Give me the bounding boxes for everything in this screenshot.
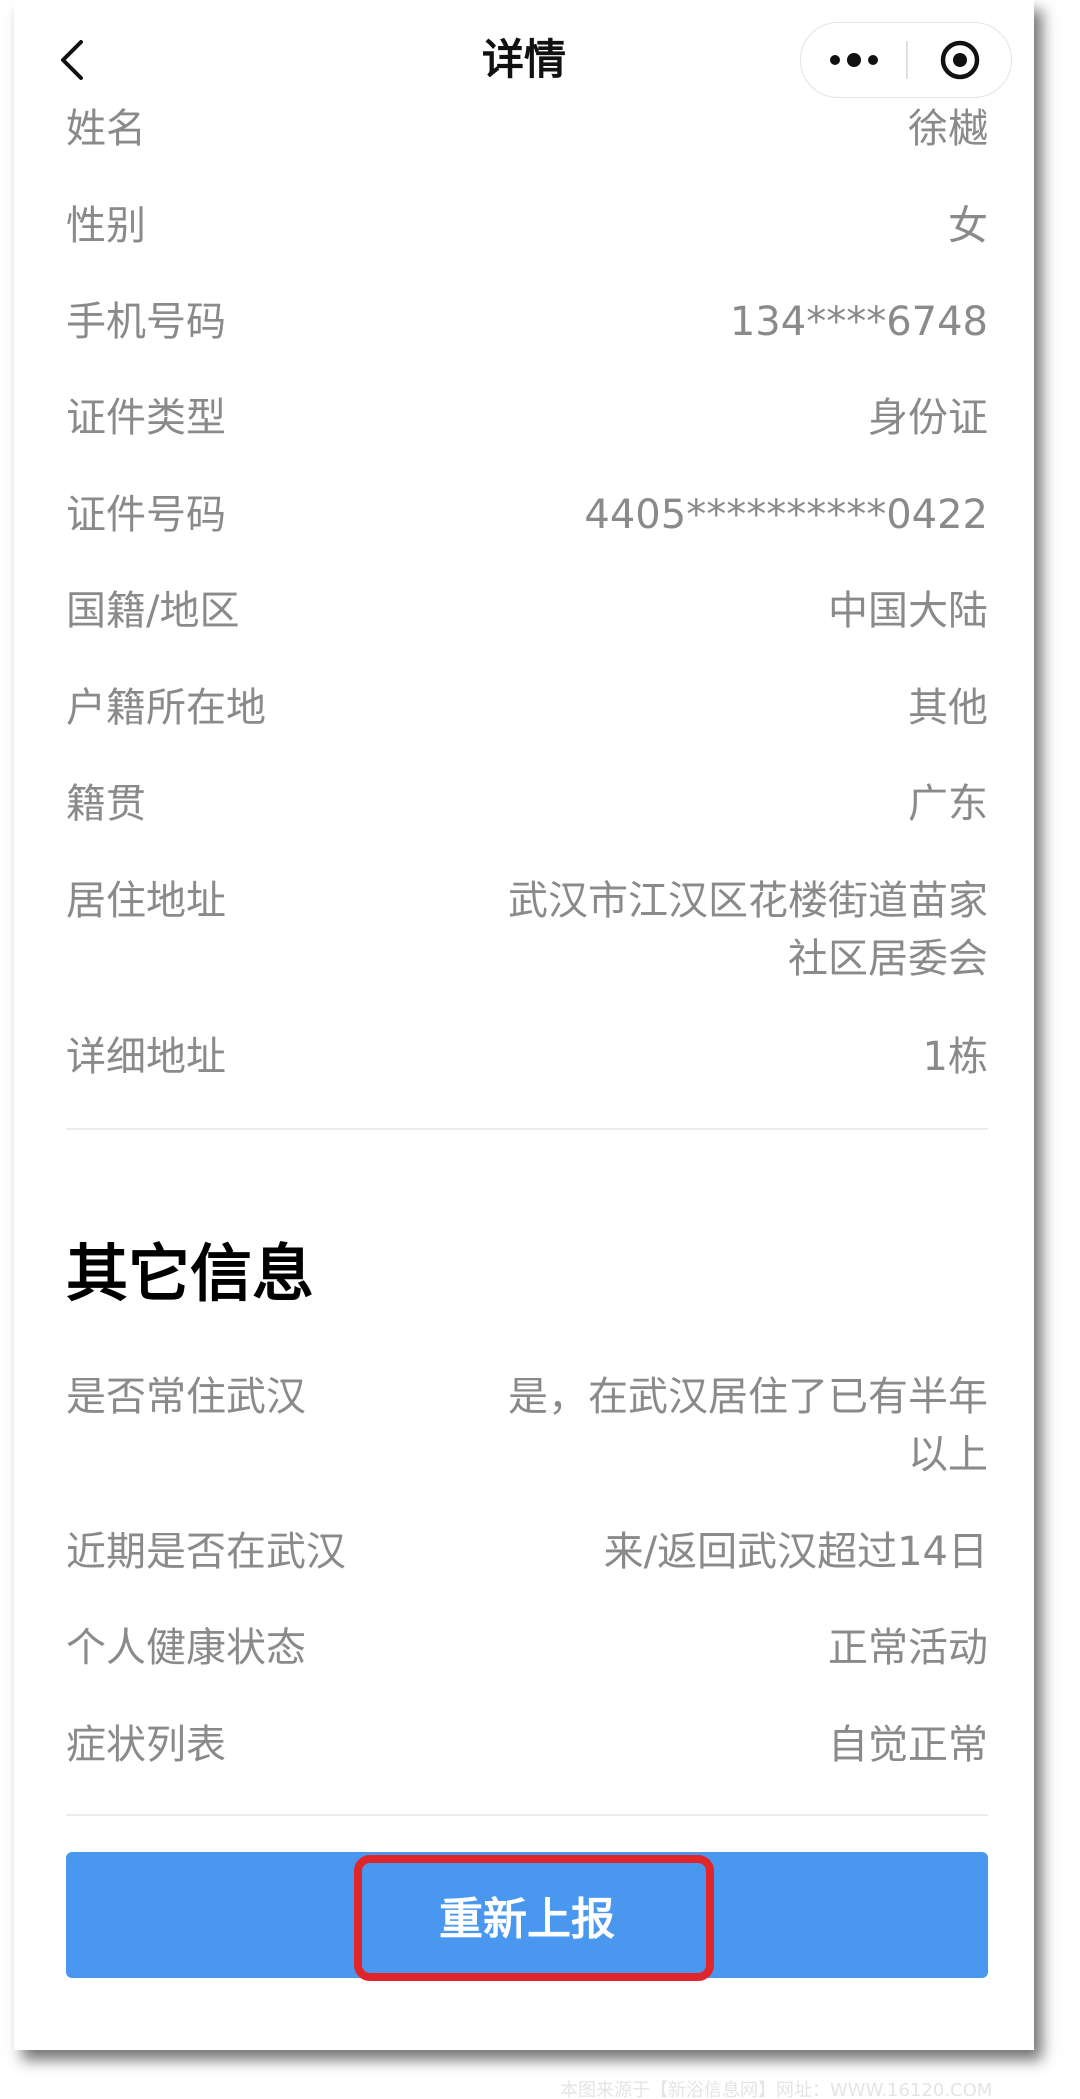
- info-row-recently-in-wuhan: 近期是否在武汉 来/返回武汉超过14日: [66, 1523, 988, 1581]
- info-row-residence-address: 居住地址 武汉市江汉区花楼街道苗家 社区居委会: [66, 872, 988, 988]
- target-icon: [940, 40, 980, 79]
- row-value-multiline: 是，在武汉居住了已有半年 以上: [508, 1368, 988, 1484]
- info-row-health-status: 个人健康状态 正常活动: [66, 1619, 988, 1677]
- row-label: 性别: [66, 203, 146, 249]
- row-value: 1栋: [922, 1034, 988, 1080]
- row-label: 详细地址: [66, 1034, 226, 1080]
- capsule-divider: [906, 41, 908, 79]
- info-row-long-term-resident: 是否常住武汉 是，在武汉居住了已有半年 以上: [66, 1368, 988, 1484]
- row-label: 姓名: [66, 106, 146, 152]
- row-label: 近期是否在武汉: [66, 1529, 346, 1575]
- highlight-annotation-box: [354, 1855, 714, 1981]
- watermark-text: 本图来源于【新浴信息网】网址：WWW.16120.COM: [560, 2080, 993, 2099]
- info-row-symptoms: 症状列表 自觉正常: [66, 1716, 988, 1774]
- page: 详情 姓名 徐樾 性别 女 手机号码 134****6748 证件类型 身份证 …: [0, 0, 1080, 2099]
- row-value: 徐樾: [908, 106, 988, 152]
- phone-screen: 详情 姓名 徐樾 性别 女 手机号码 134****6748 证件类型 身份证 …: [14, 0, 1034, 2050]
- row-value: 身份证: [868, 395, 988, 441]
- row-label: 国籍/地区: [66, 588, 240, 634]
- row-label: 户籍所在地: [66, 685, 266, 731]
- row-label: 证件号码: [66, 492, 226, 538]
- info-row-name: 姓名 徐樾: [66, 100, 988, 158]
- row-value: 中国大陆: [828, 588, 988, 634]
- row-label: 症状列表: [66, 1722, 226, 1768]
- row-value-line: 社区居委会: [788, 936, 988, 982]
- row-label: 手机号码: [66, 299, 226, 345]
- row-value: 自觉正常: [828, 1722, 988, 1768]
- more-options-button[interactable]: [801, 23, 906, 96]
- row-value-multiline: 武汉市江汉区花楼街道苗家 社区居委会: [508, 872, 988, 988]
- row-value: 4405**********0422: [584, 492, 988, 538]
- section-divider: [66, 1128, 988, 1130]
- row-label: 是否常住武汉: [66, 1374, 306, 1420]
- row-value-line: 以上: [908, 1432, 988, 1478]
- row-value-line: 是，在武汉居住了已有半年: [508, 1374, 988, 1420]
- row-value: 正常活动: [828, 1625, 988, 1671]
- info-row-gender: 性别 女: [66, 197, 988, 255]
- info-row-detailed-address: 详细地址 1栋: [66, 1028, 988, 1086]
- row-value: 女: [948, 203, 988, 249]
- row-value-line: 武汉市江汉区花楼街道苗家: [508, 878, 988, 924]
- row-label: 居住地址: [66, 878, 226, 924]
- row-label: 个人健康状态: [66, 1625, 306, 1671]
- row-label: 证件类型: [66, 395, 226, 441]
- row-value: 广东: [908, 781, 988, 827]
- mini-program-capsule: [800, 22, 1012, 98]
- row-value: 134****6748: [729, 299, 988, 345]
- section-title-other-info: 其它信息: [66, 1237, 315, 1310]
- section-divider: [66, 1814, 988, 1816]
- info-row-phone: 手机号码 134****6748: [66, 293, 988, 351]
- row-label: 籍贯: [66, 781, 146, 827]
- info-row-id-number: 证件号码 4405**********0422: [66, 486, 988, 544]
- close-mini-program-button[interactable]: [909, 23, 1011, 96]
- info-row-nationality: 国籍/地区 中国大陆: [66, 582, 988, 640]
- info-row-household-registration: 户籍所在地 其他: [66, 679, 988, 737]
- info-row-id-type: 证件类型 身份证: [66, 389, 988, 447]
- info-row-native-place: 籍贯 广东: [66, 775, 988, 833]
- row-value: 来/返回武汉超过14日: [603, 1529, 988, 1575]
- row-value: 其他: [908, 685, 988, 731]
- more-dots-icon: [829, 52, 878, 67]
